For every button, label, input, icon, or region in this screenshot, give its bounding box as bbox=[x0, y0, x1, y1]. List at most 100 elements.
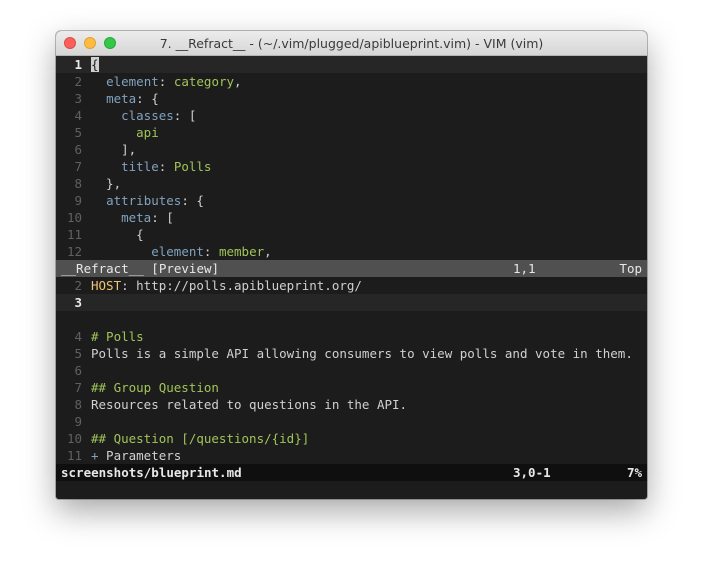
code-token: attributes bbox=[106, 193, 182, 208]
line-number: 2 bbox=[74, 278, 82, 293]
code-token: ## Question [/questions/{id}] bbox=[91, 431, 310, 446]
code-token: : bbox=[203, 244, 219, 259]
line-number: 4 bbox=[74, 329, 82, 344]
window-title: 7. __Refract__ - (~/.vim/plugged/apiblue… bbox=[159, 36, 544, 51]
preview-status-line[interactable]: __Refract__ [Preview] 1,1 Top bbox=[56, 260, 647, 277]
editor-pane[interactable]: 2 HOST: http://polls.apiblueprint.org/3 4 #… bbox=[56, 277, 647, 481]
top-code-line[interactable]: 9 attributes: { bbox=[56, 192, 647, 209]
editor-file-name: screenshots/blueprint.md bbox=[61, 465, 242, 480]
top-code-line[interactable]: 6 ], bbox=[56, 141, 647, 158]
line-number: 9 bbox=[74, 414, 82, 429]
line-number: 11 bbox=[66, 227, 82, 242]
line-number: 6 bbox=[74, 142, 82, 157]
preview-scroll-percent: Top bbox=[619, 261, 642, 276]
preview-pane[interactable]: 1{2 element: category, 3 meta: {4 classes… bbox=[56, 56, 647, 260]
top-code-line[interactable]: 1{ bbox=[56, 56, 647, 73]
code-token: Parameters bbox=[98, 448, 182, 463]
line-number: 12 bbox=[66, 244, 82, 259]
line-number: 6 bbox=[74, 363, 82, 378]
vim-window: 7. __Refract__ - (~/.vim/plugged/apiblue… bbox=[56, 31, 647, 499]
code-token: title bbox=[121, 159, 159, 174]
top-code-line[interactable]: 12 element: member, bbox=[56, 243, 647, 260]
code-token: classes bbox=[121, 108, 174, 123]
bottom-code-line[interactable]: 7 ## Group Question bbox=[56, 379, 647, 396]
code-token: meta bbox=[106, 91, 137, 106]
top-code-line[interactable]: 11 { bbox=[56, 226, 647, 243]
bottom-code-line[interactable]: 4 # Polls bbox=[56, 328, 647, 345]
code-token: : { bbox=[136, 91, 159, 106]
command-line[interactable] bbox=[56, 481, 647, 499]
bottom-code-line[interactable]: 11 + Parameters bbox=[56, 447, 647, 464]
bottom-code-line[interactable]: 8 Resources related to questions in the A… bbox=[56, 396, 647, 413]
top-code-line[interactable]: 3 meta: { bbox=[56, 90, 647, 107]
text-cursor: { bbox=[91, 57, 99, 72]
bottom-code-line[interactable] bbox=[56, 311, 647, 328]
editor-cursor-position: 3,0-1 bbox=[513, 465, 551, 480]
code-token: : [ bbox=[173, 108, 197, 123]
bottom-code-line[interactable]: 10 ## Question [/questions/{id}] bbox=[56, 430, 647, 447]
line-number: 10 bbox=[66, 210, 82, 225]
line-number: 7 bbox=[74, 380, 82, 395]
bottom-code-line[interactable]: 3 bbox=[56, 294, 647, 311]
code-token: : { bbox=[181, 193, 204, 208]
line-number: 2 bbox=[74, 74, 82, 89]
code-token: meta bbox=[121, 210, 152, 225]
code-token: Polls bbox=[173, 159, 212, 174]
code-token: , bbox=[234, 74, 242, 89]
line-number: 5 bbox=[74, 346, 82, 361]
line-number: 3 bbox=[74, 295, 82, 310]
code-token: { bbox=[91, 227, 144, 242]
code-token: element bbox=[106, 74, 159, 89]
line-number: 9 bbox=[74, 193, 82, 208]
top-code-line[interactable]: 7 title: Polls bbox=[56, 158, 647, 175]
code-token: : bbox=[158, 74, 174, 89]
top-code-line[interactable]: 4 classes: [ bbox=[56, 107, 647, 124]
line-number: 8 bbox=[74, 176, 82, 191]
code-token: + bbox=[91, 448, 99, 463]
top-code-line[interactable]: 10 meta: [ bbox=[56, 209, 647, 226]
line-number: 3 bbox=[74, 91, 82, 106]
top-code-line[interactable]: 5 api bbox=[56, 124, 647, 141]
code-token: api bbox=[136, 125, 159, 140]
line-number: 11 bbox=[66, 448, 82, 463]
code-token: Polls is a simple API allowing consumers… bbox=[91, 346, 633, 361]
line-number: 5 bbox=[74, 125, 82, 140]
code-token: HOST bbox=[91, 278, 122, 293]
bottom-code-line[interactable]: 6 bbox=[56, 362, 647, 379]
line-number: 1 bbox=[74, 57, 82, 72]
code-token: }, bbox=[91, 176, 122, 191]
code-token: # Polls bbox=[91, 329, 144, 344]
code-token: , bbox=[264, 244, 272, 259]
line-number: 10 bbox=[66, 431, 82, 446]
editor-status-line[interactable]: screenshots/blueprint.md 3,0-1 7% bbox=[56, 464, 647, 481]
line-number: 7 bbox=[74, 159, 82, 174]
bottom-code-line[interactable]: 2 HOST: http://polls.apiblueprint.org/ bbox=[56, 277, 647, 294]
title-bar[interactable]: 7. __Refract__ - (~/.vim/plugged/apiblue… bbox=[56, 31, 647, 56]
preview-buffer-name: __Refract__ [Preview] bbox=[61, 261, 220, 276]
line-number: 4 bbox=[74, 108, 82, 123]
code-token: : bbox=[158, 159, 174, 174]
code-token: : [ bbox=[151, 210, 174, 225]
editor-scroll-percent: 7% bbox=[626, 465, 642, 480]
top-code-line[interactable]: 2 element: category, bbox=[56, 73, 647, 90]
code-token: : http://polls.apiblueprint.org/ bbox=[121, 278, 362, 293]
code-token: Resources related to questions in the AP… bbox=[91, 397, 408, 412]
code-token: category bbox=[173, 74, 235, 89]
bottom-code-line[interactable]: 5 Polls is a simple API allowing consumer… bbox=[56, 345, 647, 362]
line-number: 8 bbox=[74, 397, 82, 412]
code-token: ## Group Question bbox=[91, 380, 219, 395]
bottom-code-line[interactable]: 9 bbox=[56, 413, 647, 430]
top-code-line[interactable]: 8 }, bbox=[56, 175, 647, 192]
code-token: member bbox=[218, 244, 265, 259]
code-token: ], bbox=[91, 142, 137, 157]
code-token: element bbox=[151, 244, 204, 259]
preview-cursor-position: 1,1 bbox=[513, 261, 536, 276]
